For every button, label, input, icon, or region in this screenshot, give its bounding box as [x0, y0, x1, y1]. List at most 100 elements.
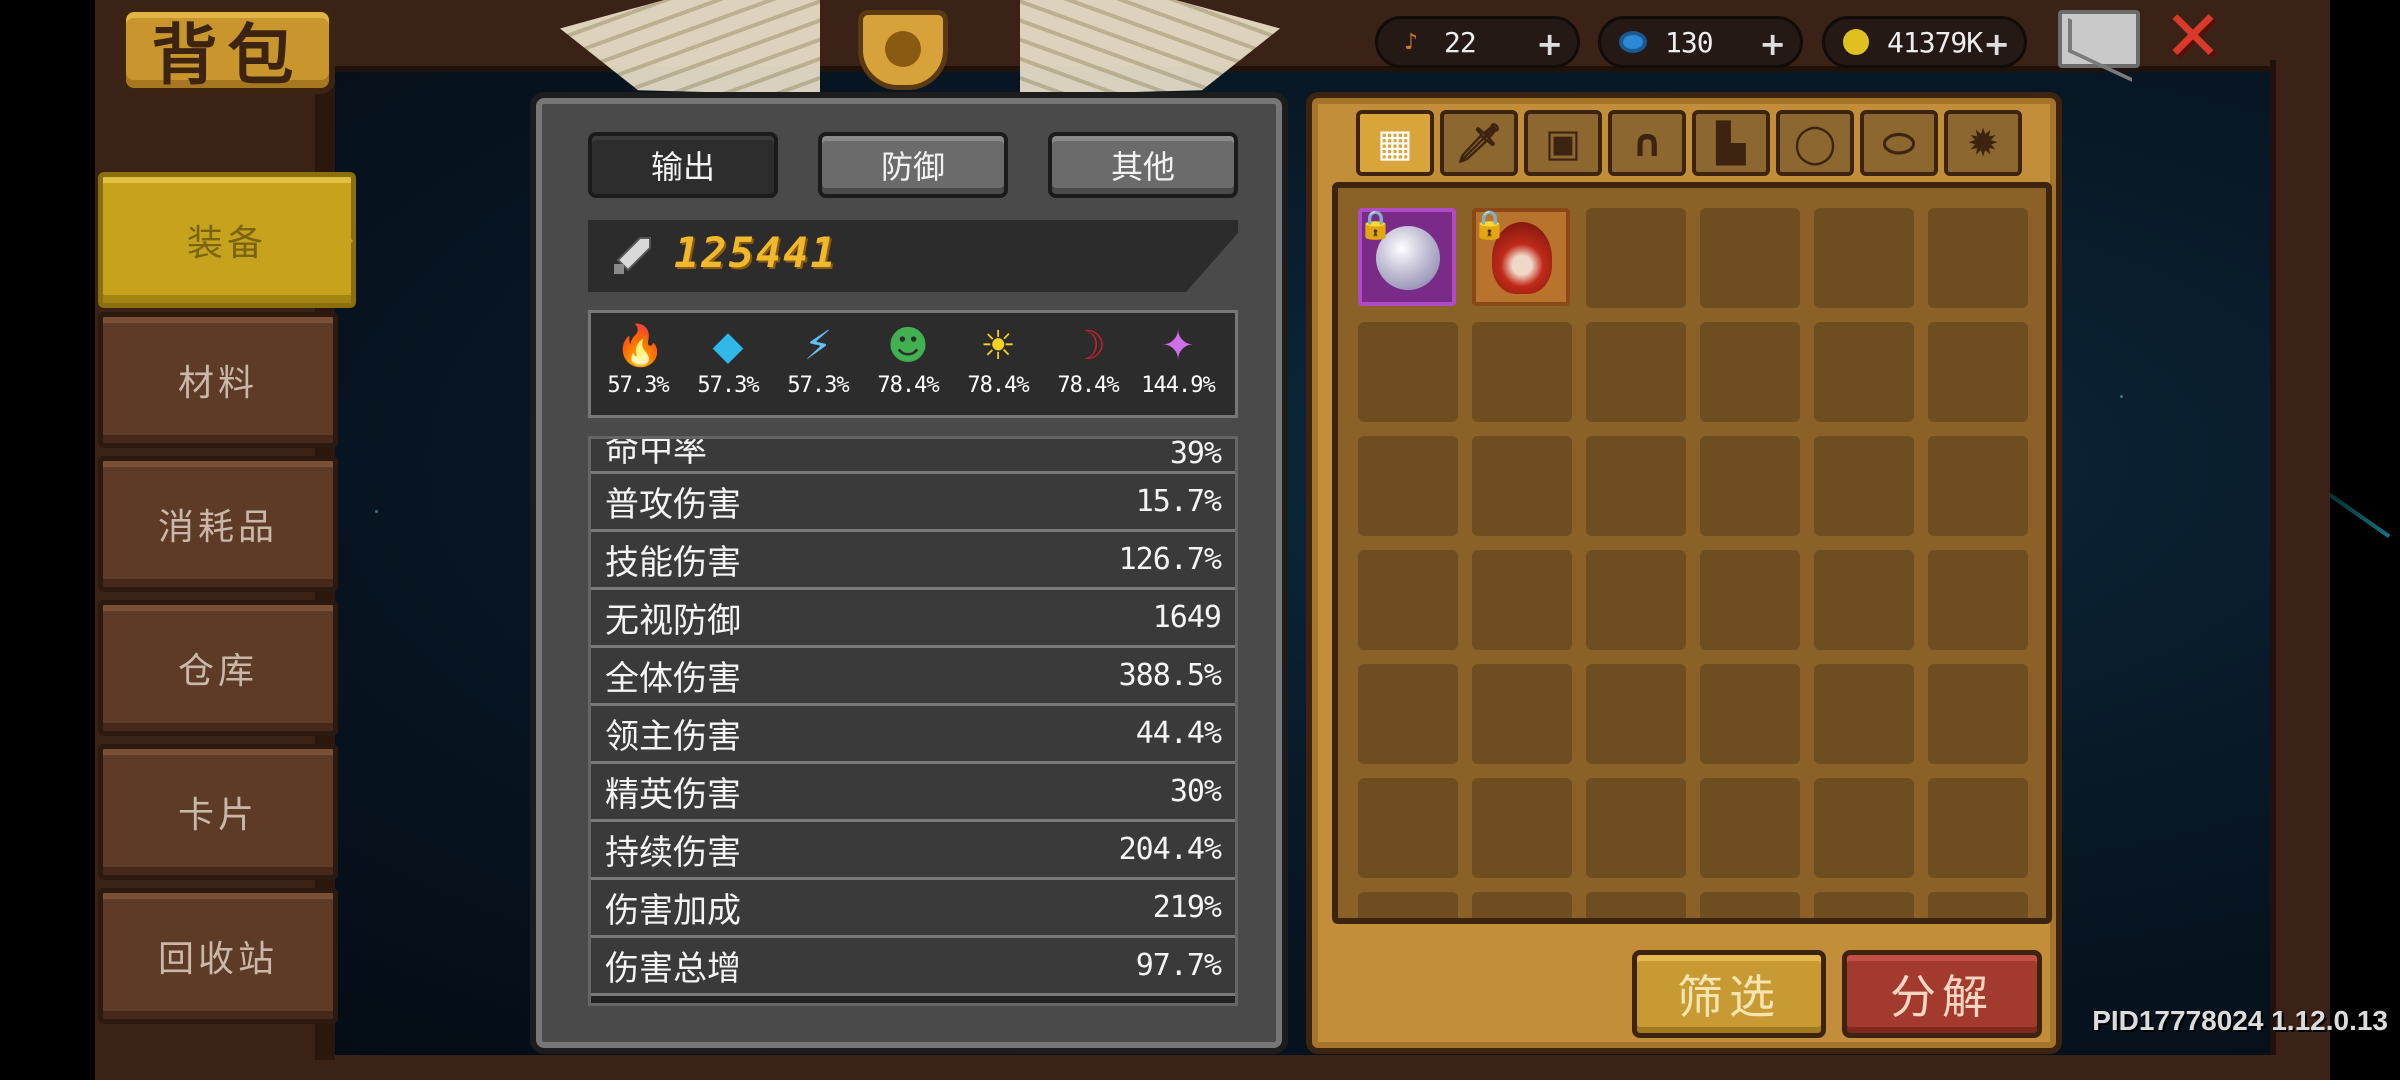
inventory-slot[interactable] — [1928, 550, 2028, 650]
stat-row: 伤害总增 97.7% — [591, 938, 1235, 996]
stat-list[interactable]: 命中率 39% 普攻伤害 15.7% 技能伤害 126.7% 无视防御 1649 全体伤… — [588, 436, 1238, 1006]
inventory-slot[interactable] — [1928, 322, 2028, 422]
stat-row: 无视防御 1649 — [591, 590, 1235, 648]
inventory-slot[interactable] — [1700, 436, 1800, 536]
page-title: 背包 — [120, 6, 335, 94]
stat-name: 无视防御 — [605, 601, 741, 641]
filter-all-button[interactable]: ▦ — [1356, 110, 1434, 176]
filter-amulet-button[interactable]: ⬭ — [1860, 110, 1938, 176]
sidebar-item-warehouse[interactable]: 仓库 — [98, 600, 338, 736]
inventory-slot[interactable] — [1472, 664, 1572, 764]
sidebar-item-recycle[interactable]: 回收站 — [98, 888, 338, 1024]
inventory-slot[interactable] — [1928, 778, 2028, 878]
stat-row: 精英伤害 30% — [591, 764, 1235, 822]
coin-icon — [1843, 29, 1869, 55]
inventory-slot[interactable] — [1814, 892, 1914, 918]
inventory-slot[interactable] — [1472, 892, 1572, 918]
inventory-slot[interactable] — [1586, 322, 1686, 422]
filter-gear-button[interactable]: ✹ — [1944, 110, 2022, 176]
inventory-slot[interactable] — [1358, 778, 1458, 878]
filter-ring-button[interactable]: ◯ — [1776, 110, 1854, 176]
element-poison: ☻ 78.4% — [863, 321, 953, 413]
element-value: 144.9% — [1141, 373, 1215, 398]
close-button[interactable]: ✕ — [2158, 1, 2228, 71]
frame-bottom — [95, 1055, 2330, 1080]
resource-value: 22 — [1444, 25, 1477, 59]
sidebar-item-consumables[interactable]: 消耗品 — [98, 456, 338, 592]
sidebar-item-materials[interactable]: 材料 — [98, 312, 338, 448]
inventory-item-orb[interactable]: 🔒 — [1358, 208, 1456, 306]
inventory-slot[interactable] — [1358, 322, 1458, 422]
add-gem-button[interactable]: + — [1759, 25, 1786, 63]
filter-weapon-button[interactable]: 🗡 — [1440, 110, 1518, 176]
stat-value: 97.7% — [1135, 948, 1222, 983]
stat-row: 领主伤害 44.4% — [591, 706, 1235, 764]
inventory-slot[interactable] — [1928, 664, 2028, 764]
inventory-slot[interactable] — [1814, 436, 1914, 536]
inventory-slot[interactable] — [1814, 778, 1914, 878]
resource-guitar: ♪ 22 + — [1375, 16, 1580, 68]
filter-helmet-button[interactable]: ∩ — [1608, 110, 1686, 176]
decompose-button[interactable]: 分解 — [1842, 950, 2042, 1038]
stat-value: 39% — [1169, 439, 1222, 471]
inventory-slot[interactable] — [1928, 436, 2028, 536]
tab-defense[interactable]: 防御 — [818, 132, 1008, 198]
inventory-slot[interactable] — [1358, 664, 1458, 764]
inventory-slot[interactable] — [1358, 436, 1458, 536]
inventory-slot[interactable] — [1814, 550, 1914, 650]
tab-output[interactable]: 输出 — [588, 132, 778, 198]
version-label: PID17778024 1.12.0.13 — [2092, 1005, 2388, 1036]
resource-gem: 130 + — [1598, 16, 1803, 68]
inventory-slot[interactable] — [1928, 208, 2028, 308]
inventory-slot[interactable] — [1586, 778, 1686, 878]
inventory-slot[interactable] — [1814, 322, 1914, 422]
stat-value: 126.7% — [1118, 542, 1222, 577]
inventory-slot[interactable] — [1472, 778, 1572, 878]
inventory-slot[interactable] — [1472, 322, 1572, 422]
stats-panel: 输出 防御 其他 125441 🔥 57.3% ◆ 57.3% ⚡ 57.3% — [530, 92, 1288, 1054]
add-coin-button[interactable]: + — [1983, 25, 2010, 63]
inventory-slot[interactable] — [1700, 778, 1800, 878]
sidebar-item-cards[interactable]: 卡片 — [98, 744, 338, 880]
stat-value: 388.5% — [1118, 658, 1222, 693]
inventory-slot[interactable] — [1358, 892, 1458, 918]
inventory-slot[interactable] — [1472, 550, 1572, 650]
mail-button[interactable] — [2058, 10, 2140, 68]
inventory-slot[interactable] — [1700, 208, 1800, 308]
inventory-slot[interactable] — [1700, 892, 1800, 918]
element-bonus-box: 🔥 57.3% ◆ 57.3% ⚡ 57.3% ☻ 78.4% ☀ 78.4% … — [588, 310, 1238, 418]
inventory-slot[interactable] — [1700, 550, 1800, 650]
inventory-slot[interactable] — [1358, 550, 1458, 650]
inventory-slot[interactable] — [1586, 664, 1686, 764]
inventory-slot[interactable] — [1472, 436, 1572, 536]
inventory-slot[interactable] — [1586, 892, 1686, 918]
armor-icon: ▣ — [1545, 121, 1581, 165]
tab-other[interactable]: 其他 — [1048, 132, 1238, 198]
stat-name: 精英伤害 — [605, 775, 741, 815]
poison-icon: ☻ — [887, 323, 929, 369]
inventory-slot[interactable] — [1928, 892, 2028, 918]
filter-button[interactable]: 筛选 — [1632, 950, 1826, 1038]
inventory-slot[interactable] — [1814, 208, 1914, 308]
sidebar-item-equipment[interactable]: 装备 — [98, 172, 356, 308]
filter-tabs: ▦ 🗡 ▣ ∩ ▙ ◯ ⬭ ✹ — [1356, 110, 2036, 182]
gear-icon: ✹ — [1967, 121, 1999, 165]
inventory-slot[interactable] — [1586, 208, 1686, 308]
resource-value: 41379K — [1887, 25, 1983, 59]
inventory-slot[interactable] — [1700, 664, 1800, 764]
add-guitar-button[interactable]: + — [1536, 25, 1563, 63]
stat-row: 技能伤害 126.7% — [591, 532, 1235, 590]
inventory-slot[interactable] — [1586, 550, 1686, 650]
filter-armor-button[interactable]: ▣ — [1524, 110, 1602, 176]
inventory-slot[interactable] — [1586, 436, 1686, 536]
grid-icon: ▦ — [1377, 121, 1413, 165]
filter-boots-button[interactable]: ▙ — [1692, 110, 1770, 176]
inventory-item-flame[interactable]: 🔒 — [1472, 208, 1570, 306]
guitar-icon: ♪ — [1403, 29, 1419, 55]
element-fire: 🔥 57.3% — [593, 321, 683, 413]
stat-name: 命中率 — [605, 439, 707, 470]
inventory-slot[interactable] — [1814, 664, 1914, 764]
inventory-slot[interactable] — [1700, 322, 1800, 422]
stat-value: 204.4% — [1118, 832, 1222, 867]
crest-icon — [858, 10, 948, 90]
